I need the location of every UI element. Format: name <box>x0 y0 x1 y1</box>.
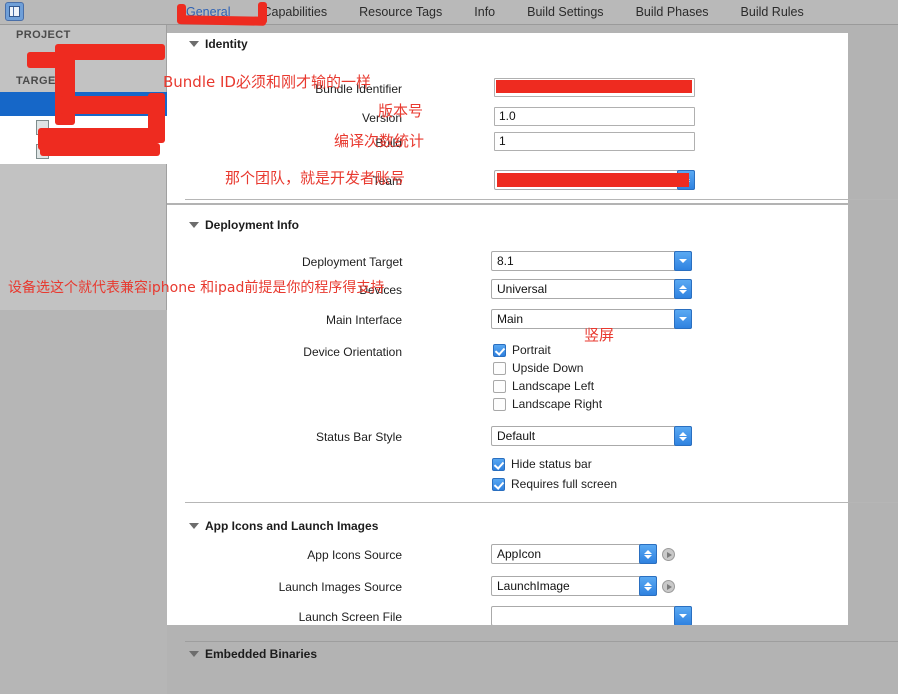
chevron-down-icon <box>679 614 687 618</box>
checkbox-icon[interactable] <box>493 343 506 357</box>
requires-full-screen-option[interactable]: Requires full screen <box>492 477 617 491</box>
orientation-portrait[interactable]: Portrait <box>493 343 551 357</box>
launch-images-source-label: Launch Images Source <box>278 580 402 594</box>
annotation-portrait: 竖屏 <box>584 326 615 344</box>
section-title: App Icons and Launch Images <box>205 519 379 533</box>
deployment-target-select[interactable]: 8.1 <box>491 251 692 271</box>
launch-screen-file-label: Launch Screen File <box>298 610 402 624</box>
orientation-landscape-right[interactable]: Landscape Right <box>493 397 602 411</box>
annotation-bracket-right <box>258 2 267 24</box>
chevron-down-icon <box>644 554 652 559</box>
disclosure-triangle-icon[interactable] <box>189 651 199 657</box>
navigator-toggle-icon[interactable] <box>5 2 24 21</box>
orientation-label: Upside Down <box>512 361 584 375</box>
launch-images-goto-button[interactable] <box>662 580 675 593</box>
disclosure-triangle-icon[interactable] <box>189 222 199 228</box>
annotation-build: 编译次数统计 <box>334 132 425 150</box>
checkbox-icon[interactable] <box>493 361 506 375</box>
main-interface-chevron-button[interactable] <box>674 309 692 329</box>
chevron-down-icon <box>679 436 687 441</box>
checkbox-icon[interactable] <box>493 379 506 393</box>
app-icons-goto-button[interactable] <box>662 548 675 561</box>
status-bar-style-label: Status Bar Style <box>315 430 402 444</box>
chevron-down-icon <box>679 289 687 294</box>
launch-images-source-select[interactable]: LaunchImage <box>491 576 657 596</box>
tab-resource-tags[interactable]: Resource Tags <box>343 0 458 24</box>
sidebar-project-header: PROJECT <box>16 29 71 41</box>
build-input[interactable]: 1 <box>494 132 695 151</box>
sidebar-redaction-mark <box>38 128 165 143</box>
deployment-target-chevron-button[interactable] <box>674 251 692 271</box>
checkbox-icon[interactable] <box>492 457 505 471</box>
sidebar-empty-area <box>0 310 167 694</box>
devices-select-chevron-button[interactable] <box>674 279 692 299</box>
orientation-upside-down[interactable]: Upside Down <box>493 361 583 375</box>
orientation-label: Landscape Right <box>512 397 603 411</box>
checkbox-icon[interactable] <box>492 477 505 491</box>
chevron-up-icon <box>679 431 687 436</box>
option-label: Requires full screen <box>511 477 618 491</box>
disclosure-triangle-icon[interactable] <box>189 523 199 529</box>
orientation-label: Landscape Left <box>512 379 595 393</box>
version-input[interactable]: 1.0 <box>494 107 695 126</box>
annotation-team: 那个团队，就是开发者账号 <box>225 169 406 187</box>
editor-tab-bar[interactable]: General Capabilities Resource Tags Info … <box>170 0 820 24</box>
annotation-bracket-left <box>177 4 186 24</box>
app-icons-source-select[interactable]: AppIcon <box>491 544 657 564</box>
section-title: Identity <box>205 37 248 51</box>
sidebar-redaction-mark <box>55 55 75 125</box>
tab-build-settings[interactable]: Build Settings <box>511 0 619 24</box>
launch-images-source-chevron-button[interactable] <box>639 576 657 596</box>
chevron-up-icon <box>644 549 652 554</box>
project-navigator-sidebar[interactable]: PROJECT TARGETS <box>0 24 167 694</box>
annotation-underline-general <box>177 15 267 26</box>
launch-screen-file-chevron-button[interactable] <box>674 606 692 626</box>
app-icons-source-label: App Icons Source <box>307 548 402 562</box>
section-title: Embedded Binaries <box>205 647 318 661</box>
launch-screen-file-select[interactable] <box>491 606 692 626</box>
tab-build-rules[interactable]: Build Rules <box>725 0 820 24</box>
orientation-landscape-left[interactable]: Landscape Left <box>493 379 594 393</box>
xcode-project-editor-window: PROJECT TARGETS Identity Bundle Identifi… <box>0 0 898 694</box>
chevron-down-icon <box>644 586 652 591</box>
section-divider <box>185 502 898 503</box>
sidebar-redaction-mark <box>40 143 160 156</box>
section-title: Deployment Info <box>205 218 300 232</box>
redaction-mark <box>496 80 692 93</box>
annotation-version: 版本号 <box>378 102 424 120</box>
checkbox-icon[interactable] <box>493 397 506 411</box>
device-orientation-label: Device Orientation <box>303 345 402 359</box>
annotation-bundle-id: Bundle ID必须和刚才输的一样 <box>163 73 371 91</box>
orientation-label: Portrait <box>512 343 551 357</box>
status-bar-style-select[interactable]: Default <box>491 426 692 446</box>
hide-status-bar-option[interactable]: Hide status bar <box>492 457 592 471</box>
deployment-target-label: Deployment Target <box>302 255 403 269</box>
tab-build-phases[interactable]: Build Phases <box>620 0 725 24</box>
panel-glyph <box>9 6 20 17</box>
annotation-devices: 设备选这个就代表兼容iphone 和ipad前提是你的程序得支持 <box>8 280 385 296</box>
tab-info[interactable]: Info <box>458 0 511 24</box>
redaction-mark <box>497 173 689 187</box>
chevron-down-icon <box>679 317 687 321</box>
section-divider <box>185 641 898 642</box>
devices-select[interactable]: Universal <box>491 279 692 299</box>
section-divider <box>185 199 898 200</box>
app-icons-source-chevron-button[interactable] <box>639 544 657 564</box>
main-interface-label: Main Interface <box>325 313 402 327</box>
status-bar-style-chevron-button[interactable] <box>674 426 692 446</box>
chevron-up-icon <box>644 581 652 586</box>
editor-toolbar: General Capabilities Resource Tags Info … <box>0 0 898 25</box>
general-settings-panel: Identity Bundle Identifier Version 1.0 B… <box>167 24 898 670</box>
option-label: Hide status bar <box>511 457 592 471</box>
chevron-down-icon <box>679 259 687 263</box>
disclosure-triangle-icon[interactable] <box>189 41 199 47</box>
chevron-up-icon <box>679 284 687 289</box>
